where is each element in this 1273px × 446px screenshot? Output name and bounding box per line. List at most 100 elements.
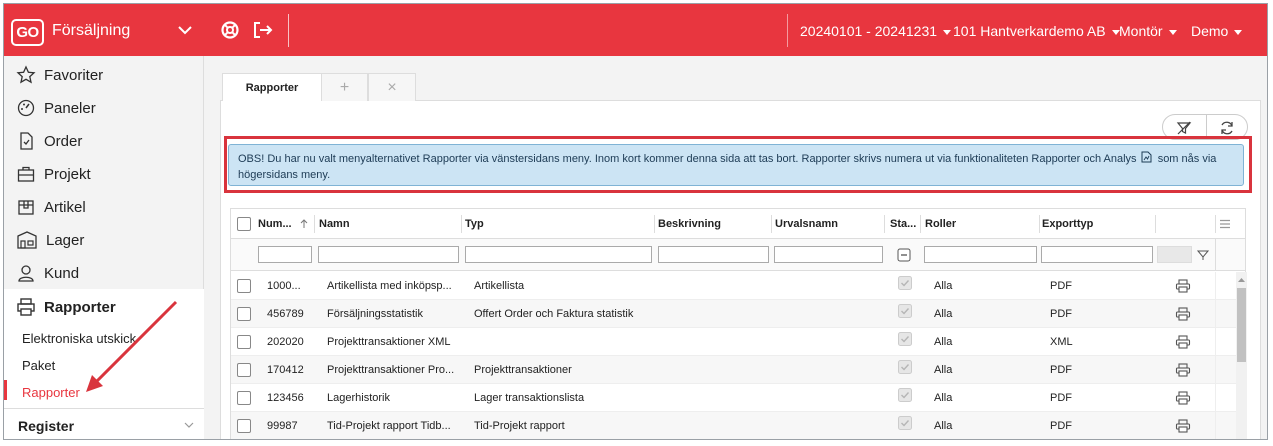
select-all-checkbox[interactable] bbox=[237, 217, 251, 231]
filter-name-input[interactable] bbox=[318, 246, 459, 263]
close-tab-button[interactable]: × bbox=[368, 73, 416, 101]
print-button[interactable] bbox=[1175, 307, 1191, 324]
filter-action-box bbox=[1157, 246, 1192, 263]
column-header-description[interactable]: Beskrivning bbox=[658, 218, 721, 230]
filter-status-toggle-icon[interactable] bbox=[897, 248, 911, 262]
print-icon[interactable] bbox=[1175, 335, 1191, 349]
chevron-down-icon[interactable] bbox=[176, 21, 194, 39]
user-menu[interactable]: Demo bbox=[1191, 23, 1243, 39]
caret-down-icon bbox=[943, 29, 952, 35]
cell-roles: Alla bbox=[934, 392, 953, 404]
column-divider bbox=[1215, 328, 1216, 356]
cell-roles: Alla bbox=[934, 420, 953, 432]
print-icon[interactable] bbox=[1175, 419, 1191, 433]
period-label: 20240101 - 20241231 bbox=[800, 23, 938, 39]
cell-number: 1000... bbox=[267, 280, 301, 292]
clear-filter-icon[interactable] bbox=[1176, 120, 1192, 136]
column-header-status[interactable]: Sta... bbox=[890, 218, 916, 230]
print-button[interactable] bbox=[1175, 391, 1191, 408]
print-icon[interactable] bbox=[1175, 391, 1191, 405]
column-divider bbox=[1215, 239, 1216, 271]
sort-ascending-icon[interactable] bbox=[300, 219, 308, 229]
vertical-scrollbar[interactable] bbox=[1236, 272, 1247, 439]
cell-number: 123456 bbox=[267, 392, 304, 404]
column-menu-icon[interactable] bbox=[1219, 218, 1231, 230]
column-header-number[interactable]: Num... bbox=[258, 218, 292, 230]
top-bar: GO Försäljning 20240101 - 20241231 101 H… bbox=[4, 4, 1267, 56]
print-icon[interactable] bbox=[1175, 363, 1191, 377]
column-divider bbox=[1215, 412, 1216, 439]
column-divider bbox=[461, 215, 462, 233]
logout-icon[interactable] bbox=[252, 20, 274, 40]
refresh-icon[interactable] bbox=[1219, 120, 1235, 136]
row-checkbox[interactable] bbox=[237, 419, 251, 433]
period-selector[interactable]: 20240101 - 20241231 bbox=[800, 23, 952, 39]
cell-export-type: PDF bbox=[1050, 308, 1072, 320]
column-divider bbox=[771, 215, 772, 233]
app-window: GO Försäljning 20240101 - 20241231 101 H… bbox=[3, 3, 1268, 440]
status-checkbox bbox=[898, 388, 912, 405]
filter-selection-name-input[interactable] bbox=[774, 246, 883, 263]
cell-name: Lagerhistorik bbox=[327, 392, 390, 404]
print-button[interactable] bbox=[1175, 363, 1191, 380]
filter-description-input[interactable] bbox=[658, 246, 769, 263]
cell-export-type: PDF bbox=[1050, 392, 1072, 404]
column-divider bbox=[920, 215, 921, 233]
column-divider bbox=[1215, 272, 1216, 300]
cell-name: Försäljningsstatistik bbox=[327, 308, 423, 320]
print-button[interactable] bbox=[1175, 419, 1191, 436]
table-row[interactable]: 456789 Försäljningsstatistik Offert Order … bbox=[231, 300, 1236, 328]
cell-number: 456789 bbox=[267, 308, 304, 320]
filter-roles-input[interactable] bbox=[924, 246, 1037, 263]
add-tab-button[interactable]: + bbox=[321, 73, 368, 101]
filter-funnel-icon[interactable] bbox=[1197, 249, 1209, 261]
cell-name: Tid-Projekt rapport Tidb... bbox=[327, 420, 451, 432]
row-checkbox[interactable] bbox=[237, 335, 251, 349]
print-button[interactable] bbox=[1175, 335, 1191, 352]
toolbar-divider bbox=[787, 14, 788, 47]
filter-export-type-input[interactable] bbox=[1041, 246, 1153, 263]
sidebar: Favoriter Paneler Order Projekt Artikel … bbox=[4, 56, 204, 439]
print-icon[interactable] bbox=[1175, 279, 1191, 293]
print-icon[interactable] bbox=[1175, 307, 1191, 321]
column-divider bbox=[1215, 384, 1216, 412]
filter-type-input[interactable] bbox=[465, 246, 652, 263]
table-row[interactable]: 123456 Lagerhistorik Lager transaktionslis… bbox=[231, 384, 1236, 412]
table-row[interactable]: 202020 Projekttransaktioner XML Alla XML bbox=[231, 328, 1236, 356]
lifebuoy-icon[interactable] bbox=[220, 20, 240, 40]
role-selector[interactable]: Montör bbox=[1119, 23, 1177, 39]
go-logo[interactable]: GO bbox=[11, 19, 44, 46]
column-header-export-type[interactable]: Exporttyp bbox=[1042, 218, 1093, 230]
column-header-selection-name[interactable]: Urvalsnamn bbox=[775, 218, 838, 230]
row-checkbox[interactable] bbox=[237, 279, 251, 293]
column-divider bbox=[884, 215, 885, 233]
column-header-name[interactable]: Namn bbox=[319, 218, 350, 230]
row-checkbox[interactable] bbox=[237, 307, 251, 321]
table-row[interactable]: 99987 Tid-Projekt rapport Tidb... Tid-Proj… bbox=[231, 412, 1236, 439]
column-header-roles[interactable]: Roller bbox=[925, 218, 956, 230]
caret-down-icon bbox=[1168, 29, 1177, 35]
filter-number-input[interactable] bbox=[258, 246, 312, 263]
app-name[interactable]: Försäljning bbox=[52, 22, 130, 40]
column-divider bbox=[1155, 215, 1156, 233]
column-header-type[interactable]: Typ bbox=[465, 218, 484, 230]
annotation-arrow bbox=[86, 300, 178, 392]
table-row[interactable]: 170412 Projekttransaktioner Pro... Projekt… bbox=[231, 356, 1236, 384]
print-button[interactable] bbox=[1175, 279, 1191, 296]
main-content: Rapporter + × OBS! Du har nu valt menyal… bbox=[204, 56, 1267, 439]
table-row[interactable]: 1000... Artikellista med inköpsp... Artike… bbox=[231, 272, 1236, 300]
scrollbar-thumb[interactable] bbox=[1237, 288, 1246, 362]
toolbar-divider bbox=[288, 14, 289, 47]
table-header: Num... Namn Typ Beskrivning Urvalsnamn S… bbox=[231, 209, 1245, 239]
scroll-up-icon[interactable] bbox=[1237, 276, 1246, 283]
column-divider bbox=[1215, 356, 1216, 384]
company-selector[interactable]: 101 Hantverkardemo AB bbox=[953, 23, 1120, 39]
row-checkbox[interactable] bbox=[237, 363, 251, 377]
role-label: Montör bbox=[1119, 23, 1163, 39]
row-checkbox[interactable] bbox=[237, 391, 251, 405]
caret-down-icon bbox=[1234, 29, 1243, 35]
cell-number: 202020 bbox=[267, 336, 304, 348]
column-divider bbox=[1215, 300, 1216, 328]
tab-rapporter[interactable]: Rapporter bbox=[222, 73, 322, 101]
cell-roles: Alla bbox=[934, 280, 953, 292]
